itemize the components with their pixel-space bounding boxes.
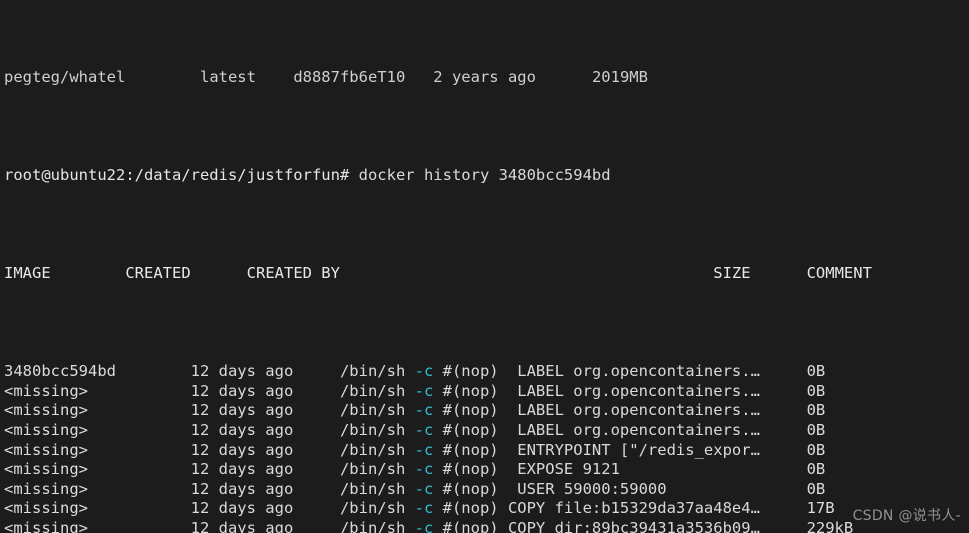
- cell-instruction: COPY file:b15329da37aa48e4…: [507, 499, 807, 518]
- cell-created: 12 days ago: [190, 381, 340, 400]
- cell-instruction: LABEL org.opencontainers.…: [507, 381, 807, 400]
- cell-flag-c: -c: [414, 401, 434, 420]
- cell-flag-c: -c: [414, 460, 434, 479]
- cell-created: 12 days ago: [190, 421, 340, 440]
- scrollback-spacer4: [536, 68, 592, 86]
- table-row: <missing> 12 days ago /bin/sh -c #(nop) …: [4, 421, 969, 441]
- cell-created-by-prefix: /bin/sh: [339, 440, 415, 459]
- scrollback-spacer1: [125, 68, 200, 86]
- terminal-screen: pegteg/whatel latest d8887fb6eT10 2 year…: [4, 0, 969, 533]
- cell-nop: #(nop): [433, 460, 508, 479]
- cell-created: 12 days ago: [190, 499, 340, 518]
- cell-image: <missing>: [4, 479, 191, 498]
- hdr-gap-c1: [340, 264, 713, 282]
- cell-size: 0B: [806, 401, 882, 420]
- cell-instruction: COPY dir:89bc39431a3536b09…: [507, 519, 807, 533]
- cell-image: <missing>: [4, 381, 191, 400]
- table-row: <missing> 12 days ago /bin/sh -c #(nop) …: [4, 460, 969, 480]
- cell-size: 0B: [806, 460, 882, 479]
- cell-flag-c: -c: [414, 381, 434, 400]
- table-header-1: IMAGE CREATED CREATED BY SIZE COMMENT: [4, 264, 969, 284]
- table-row: <missing> 12 days ago /bin/sh -c #(nop) …: [4, 519, 969, 533]
- cell-nop: #(nop): [433, 479, 508, 498]
- scrollback-created: 2 years ago: [433, 68, 536, 87]
- cell-size: 17B: [806, 499, 882, 518]
- cell-nop: #(nop): [433, 362, 508, 381]
- cell-instruction: ENTRYPOINT ["/redis_expor…: [507, 440, 807, 459]
- cell-flag-c: -c: [414, 362, 434, 381]
- cell-size: 229kB: [806, 519, 882, 533]
- cell-nop: #(nop): [433, 421, 508, 440]
- cell-created-by-prefix: /bin/sh: [339, 362, 415, 381]
- shell-prompt-1: root@ubuntu22:/data/redis/justforfun#: [4, 166, 350, 185]
- command-text-1: docker history 3480bcc594bd: [358, 166, 611, 185]
- hdr-gap-b1: [191, 264, 247, 282]
- cell-nop: #(nop): [433, 381, 508, 400]
- scrollback-tag: latest: [199, 68, 256, 87]
- hdr-gap-a1: [51, 264, 126, 282]
- cell-flag-c: -c: [414, 479, 434, 498]
- cell-image: <missing>: [4, 401, 191, 420]
- scrollback-partial-line: pegteg/whatel latest d8887fb6eT10 2 year…: [4, 68, 969, 88]
- cell-nop: #(nop): [433, 440, 508, 459]
- scrollback-image: pegteg/whatel: [4, 68, 126, 87]
- table-row: 3480bcc594bd 12 days ago /bin/sh -c #(no…: [4, 362, 969, 382]
- cell-created-by-prefix: /bin/sh: [339, 499, 415, 518]
- terminal-window[interactable]: pegteg/whatel latest d8887fb6eT10 2 year…: [0, 0, 969, 533]
- cell-created-by-prefix: /bin/sh: [339, 519, 415, 533]
- cell-created: 12 days ago: [190, 519, 340, 533]
- cell-nop: #(nop): [433, 519, 508, 533]
- column-header-image: IMAGE: [4, 264, 51, 283]
- scrollback-spacer2: [256, 68, 293, 86]
- column-header-created-by: CREATED BY: [246, 264, 340, 283]
- cell-size: 0B: [806, 421, 882, 440]
- cell-instruction: USER 59000:59000: [507, 479, 807, 498]
- cell-image: <missing>: [4, 519, 191, 533]
- cell-image: <missing>: [4, 460, 191, 479]
- cell-image: <missing>: [4, 440, 191, 459]
- column-header-comment: COMMENT: [806, 264, 872, 283]
- cell-created-by-prefix: /bin/sh: [339, 421, 415, 440]
- cell-flag-c: -c: [414, 499, 434, 518]
- cell-created: 12 days ago: [190, 440, 340, 459]
- cell-size: 0B: [806, 362, 882, 381]
- cell-instruction: LABEL org.opencontainers.…: [507, 401, 807, 420]
- cell-created-by-prefix: /bin/sh: [339, 460, 415, 479]
- table-row: <missing> 12 days ago /bin/sh -c #(nop) …: [4, 441, 969, 461]
- command-gap-1: [349, 166, 358, 184]
- scrollback-spacer3: [405, 68, 433, 86]
- cell-instruction: EXPOSE 9121: [507, 460, 807, 479]
- cell-nop: #(nop): [433, 499, 508, 518]
- hdr-gap-d1: [751, 264, 807, 282]
- table-row: <missing> 12 days ago /bin/sh -c #(nop) …: [4, 401, 969, 421]
- cell-created-by-prefix: /bin/sh: [339, 381, 415, 400]
- cell-image: <missing>: [4, 421, 191, 440]
- cell-image: 3480bcc594bd: [4, 362, 191, 381]
- history-table-1: 3480bcc594bd 12 days ago /bin/sh -c #(no…: [4, 362, 969, 533]
- cell-size: 0B: [806, 381, 882, 400]
- cell-image: <missing>: [4, 499, 191, 518]
- cell-size: 0B: [806, 479, 882, 498]
- table-row: <missing> 12 days ago /bin/sh -c #(nop) …: [4, 382, 969, 402]
- cell-instruction: LABEL org.opencontainers.…: [507, 362, 807, 381]
- scrollback-id: d8887fb6eT10: [293, 68, 406, 87]
- cell-created-by-prefix: /bin/sh: [339, 479, 415, 498]
- cell-created: 12 days ago: [190, 401, 340, 420]
- cell-flag-c: -c: [414, 440, 434, 459]
- cell-created: 12 days ago: [190, 460, 340, 479]
- cell-flag-c: -c: [414, 519, 434, 533]
- cell-created: 12 days ago: [190, 362, 340, 381]
- scrollback-size: 2019MB: [591, 68, 648, 87]
- cell-flag-c: -c: [414, 421, 434, 440]
- command-line-1[interactable]: root@ubuntu22:/data/redis/justforfun# do…: [4, 166, 969, 186]
- cell-nop: #(nop): [433, 401, 508, 420]
- cell-created-by-prefix: /bin/sh: [339, 401, 415, 420]
- column-header-created: CREATED: [125, 264, 191, 283]
- column-header-size: SIZE: [713, 264, 751, 283]
- cell-created: 12 days ago: [190, 479, 340, 498]
- table-row: <missing> 12 days ago /bin/sh -c #(nop) …: [4, 480, 969, 500]
- cell-size: 0B: [806, 440, 882, 459]
- table-row: <missing> 12 days ago /bin/sh -c #(nop) …: [4, 499, 969, 519]
- cell-instruction: LABEL org.opencontainers.…: [507, 421, 807, 440]
